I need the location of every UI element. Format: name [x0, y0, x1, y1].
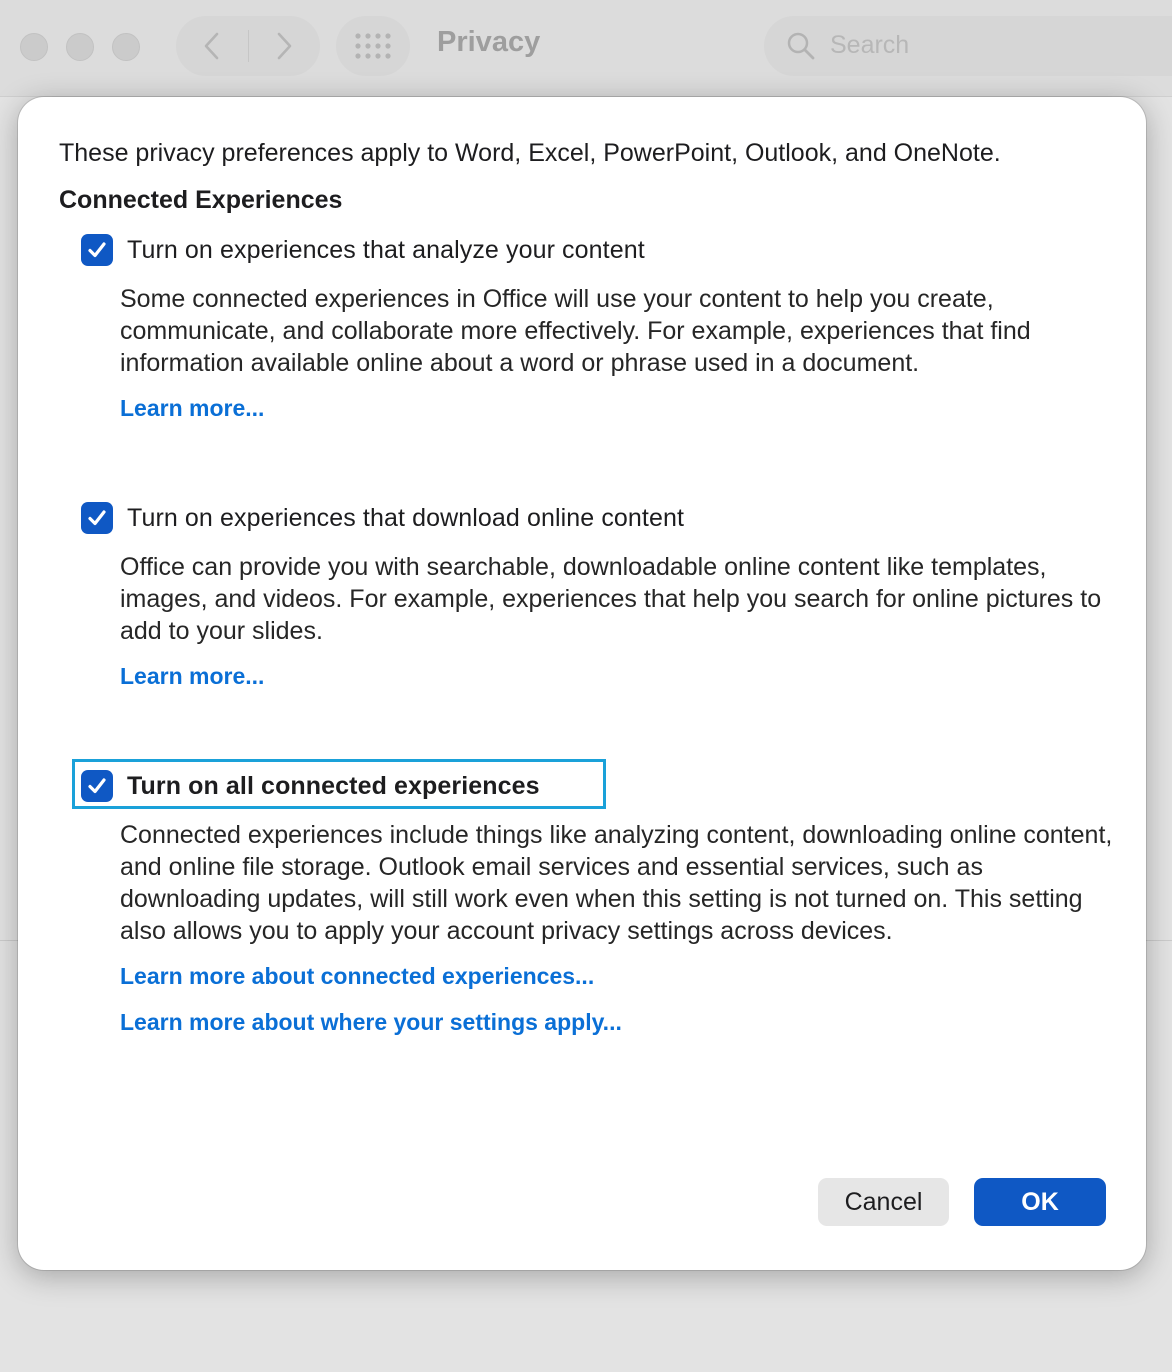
option-label: Turn on experiences that analyze your co…: [127, 235, 645, 264]
close-dot-icon[interactable]: [20, 33, 48, 61]
option-label: Turn on experiences that download online…: [127, 503, 685, 532]
learn-more-link[interactable]: Learn more...: [120, 663, 264, 690]
search-placeholder: Search: [830, 31, 910, 59]
checkmark-icon: [88, 778, 106, 794]
ok-button[interactable]: OK: [974, 1178, 1106, 1226]
checkmark-icon: [88, 510, 106, 526]
option-analyze-content[interactable]: Turn on experiences that analyze your co…: [81, 233, 645, 267]
checkbox-all-connected[interactable]: [81, 770, 113, 802]
privacy-dialog: These privacy preferences apply to Word,…: [18, 97, 1146, 1270]
option-all-connected[interactable]: Turn on all connected experiences: [81, 769, 540, 803]
navigation-group: [176, 16, 320, 76]
window-title: Privacy: [437, 26, 541, 58]
checkmark-icon: [88, 242, 106, 258]
zoom-dot-icon[interactable]: [112, 33, 140, 61]
grid-icon: [355, 33, 391, 59]
cancel-button[interactable]: Cancel: [818, 1178, 949, 1226]
option-label: Turn on all connected experiences: [127, 771, 540, 800]
forward-button[interactable]: [248, 16, 320, 76]
checkbox-download-content[interactable]: [81, 502, 113, 534]
checkbox-analyze-content[interactable]: [81, 234, 113, 266]
background-divider: [1146, 940, 1172, 941]
option-description: Office can provide you with searchable, …: [120, 553, 1102, 645]
search-icon: [787, 32, 815, 60]
background-divider: [0, 940, 20, 941]
learn-more-settings-link[interactable]: Learn more about where your settings app…: [120, 1009, 622, 1036]
section-heading: Connected Experiences: [59, 186, 343, 214]
option-download-content[interactable]: Turn on experiences that download online…: [81, 501, 684, 535]
option-description: Some connected experiences in Office wil…: [120, 285, 1031, 377]
title-bar: Privacy Search: [0, 0, 1172, 97]
intro-text: These privacy preferences apply to Word,…: [59, 139, 1001, 167]
chevron-right-icon: [277, 32, 292, 60]
show-all-button[interactable]: [336, 16, 410, 76]
learn-more-link[interactable]: Learn more...: [120, 395, 264, 422]
minimize-dot-icon[interactable]: [66, 33, 94, 61]
chevron-left-icon: [204, 32, 219, 60]
search-field[interactable]: Search: [764, 16, 1172, 76]
back-button[interactable]: [176, 16, 248, 76]
option-description: Connected experiences include things lik…: [120, 821, 1113, 945]
learn-more-connected-link[interactable]: Learn more about connected experiences..…: [120, 963, 594, 990]
